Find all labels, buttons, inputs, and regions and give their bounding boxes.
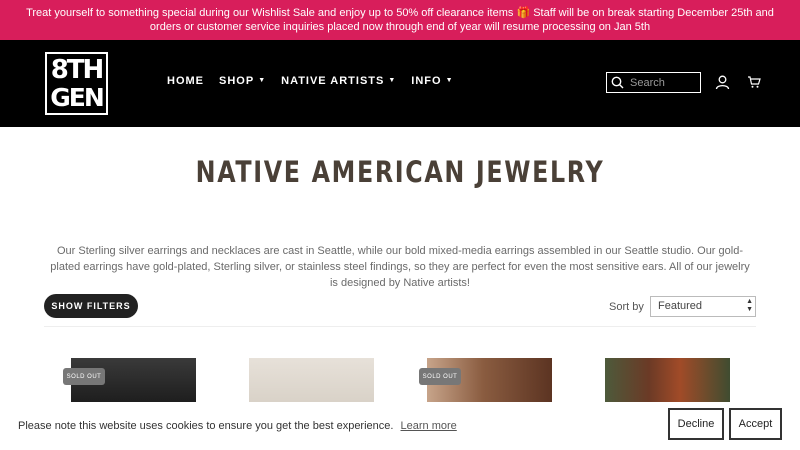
search-icon[interactable] xyxy=(611,76,624,89)
logo-line-2: GEN xyxy=(50,83,105,112)
nav-home-label: HOME xyxy=(167,75,204,87)
cookie-text: Please note this website uses cookies to… xyxy=(18,420,394,432)
page-title: NATIVE AMERICAN JEWELRY xyxy=(195,155,605,189)
nav-info[interactable]: INFO ▼ xyxy=(411,75,453,87)
search-input[interactable] xyxy=(630,76,692,89)
nav-native-artists[interactable]: NATIVE ARTISTS ▼ xyxy=(281,75,396,87)
main-nav: HOME SHOP ▼ NATIVE ARTISTS ▼ INFO ▼ xyxy=(167,75,454,87)
sort-select[interactable]: Featured ▲ ▼ xyxy=(650,296,756,317)
show-filters-button[interactable]: SHOW FILTERS xyxy=(44,294,138,318)
sold-out-badge: SOLD OUT xyxy=(419,368,461,385)
announcement-bar: Treat yourself to something special duri… xyxy=(0,0,800,40)
learn-more-link[interactable]: Learn more xyxy=(401,420,457,432)
nav-shop[interactable]: SHOP ▼ xyxy=(219,75,266,87)
select-arrows-icon: ▲ ▼ xyxy=(746,298,753,313)
decline-button[interactable]: Decline xyxy=(668,408,724,440)
site-logo[interactable]: 8TH GEN xyxy=(45,52,108,115)
nav-shop-label: SHOP xyxy=(219,75,255,87)
cookie-message: Please note this website uses cookies to… xyxy=(18,420,457,432)
chevron-down-icon: ▼ xyxy=(445,77,454,84)
nav-home[interactable]: HOME xyxy=(167,75,204,87)
nav-native-artists-label: NATIVE ARTISTS xyxy=(281,75,385,87)
product-image[interactable] xyxy=(249,358,374,402)
divider xyxy=(44,326,756,327)
user-icon[interactable] xyxy=(715,75,730,90)
cart-icon[interactable] xyxy=(747,75,761,89)
collection-description: Our Sterling silver earrings and necklac… xyxy=(50,245,750,289)
chevron-down-icon: ▼ xyxy=(388,77,397,84)
product-image[interactable] xyxy=(605,358,730,402)
nav-info-label: INFO xyxy=(411,75,442,87)
sold-out-badge: SOLD OUT xyxy=(63,368,105,385)
cookie-banner: Please note this website uses cookies to… xyxy=(0,402,800,450)
chevron-down-icon: ▼ xyxy=(258,77,267,84)
site-header: 8TH GEN HOME SHOP ▼ NATIVE ARTISTS ▼ INF… xyxy=(0,40,800,127)
sort-label: Sort by xyxy=(609,301,644,313)
search-box[interactable] xyxy=(606,72,701,93)
sort-value: Featured xyxy=(658,300,703,312)
logo-line-1: 8TH xyxy=(50,55,105,85)
accept-button[interactable]: Accept xyxy=(729,408,782,440)
